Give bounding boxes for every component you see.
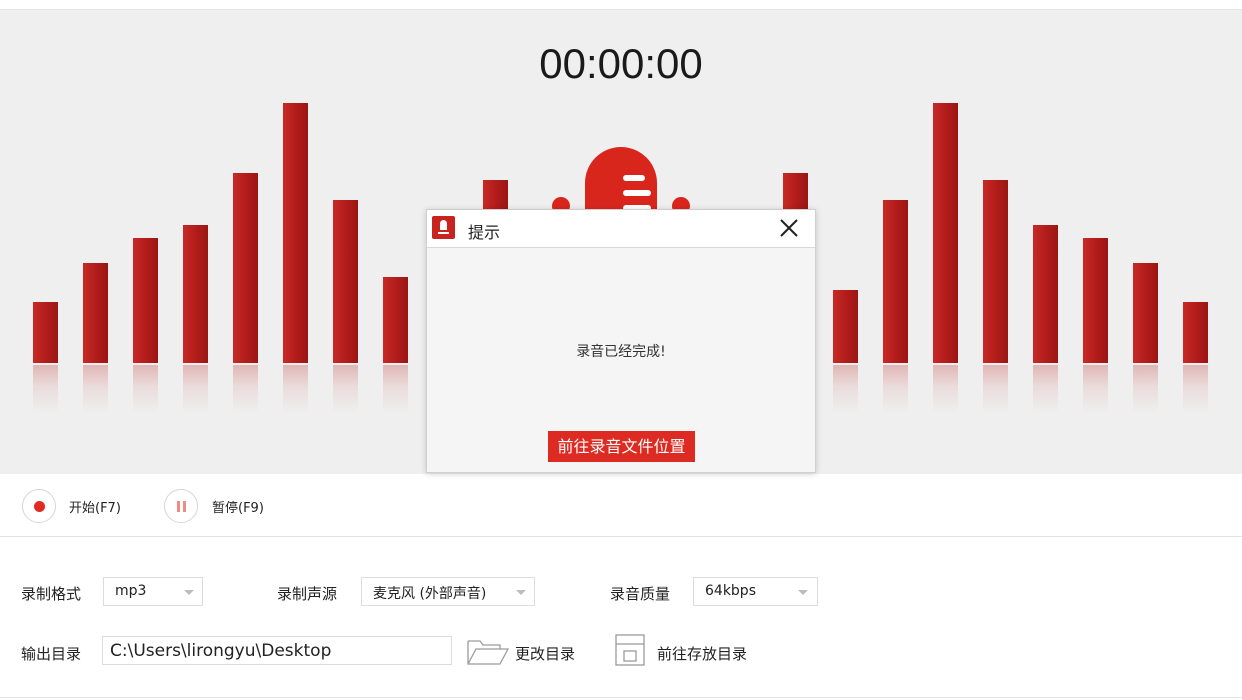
window-top-border <box>0 0 1242 10</box>
chevron-down-icon <box>184 590 194 595</box>
visualizer-bar-reflection <box>983 365 1008 413</box>
visualizer-bar <box>133 238 158 363</box>
visualizer-bar <box>33 302 58 363</box>
visualizer-bar <box>833 290 858 363</box>
visualizer-bar <box>183 225 208 363</box>
save-icon[interactable] <box>614 633 646 667</box>
visualizer-bar <box>283 103 308 363</box>
visualizer-bar <box>933 103 958 363</box>
quality-label: 录音质量 <box>610 585 671 603</box>
start-button[interactable] <box>22 489 56 523</box>
visualizer-bar <box>1033 225 1058 363</box>
visualizer-bar-reflection <box>1033 365 1058 413</box>
dialog-title: 提示 <box>468 223 501 242</box>
visualizer-bar-reflection <box>133 365 158 413</box>
visualizer-bar-reflection <box>833 365 858 413</box>
record-icon <box>34 501 45 512</box>
source-select[interactable]: 麦克风 (外部声音) <box>361 577 535 606</box>
change-directory-button[interactable]: 更改目录 <box>515 643 575 664</box>
visualizer-bar-reflection <box>933 365 958 413</box>
visualizer-bar <box>983 180 1008 363</box>
visualizer-bar <box>233 173 258 363</box>
open-directory-button[interactable]: 前往存放目录 <box>657 643 747 664</box>
visualizer-bar-reflection <box>1083 365 1108 413</box>
recording-timer: 00:00:00 <box>539 40 703 87</box>
bottom-border <box>0 697 1242 698</box>
pause-label[interactable]: 暂停(F9) <box>212 497 264 516</box>
format-select[interactable]: mp3 <box>103 577 203 606</box>
visualizer-bar-reflection <box>1183 365 1208 413</box>
app-logo-icon <box>432 216 455 239</box>
completion-dialog: 提示 录音已经完成! 前往录音文件位置 <box>426 209 816 473</box>
open-recording-location-button[interactable]: 前往录音文件位置 <box>548 431 695 462</box>
pause-button[interactable] <box>164 489 198 523</box>
close-icon[interactable] <box>777 216 801 240</box>
visualizer-bar <box>1083 238 1108 363</box>
visualizer-bar-reflection <box>333 365 358 413</box>
visualizer-bar <box>1133 263 1158 363</box>
format-label: 录制格式 <box>21 585 82 603</box>
dialog-message: 录音已经完成! <box>576 344 666 360</box>
visualizer-bar-reflection <box>1133 365 1158 413</box>
source-label: 录制声源 <box>277 585 338 603</box>
output-path-input[interactable] <box>102 636 452 665</box>
visualizer-bar <box>83 263 108 363</box>
visualizer-bar-reflection <box>83 365 108 413</box>
visualizer-bar <box>383 277 408 363</box>
visualizer-bar-reflection <box>883 365 908 413</box>
chevron-down-icon <box>516 590 526 595</box>
start-label[interactable]: 开始(F7) <box>69 497 121 516</box>
visualizer-bar-reflection <box>233 365 258 413</box>
visualizer-bar-reflection <box>283 365 308 413</box>
output-label: 输出目录 <box>21 645 82 663</box>
visualizer-bar <box>1183 302 1208 363</box>
quality-select[interactable]: 64kbps <box>693 577 818 606</box>
visualizer-bar <box>333 200 358 363</box>
dialog-title-bar: 提示 <box>427 210 815 248</box>
visualizer-bar-reflection <box>33 365 58 413</box>
visualizer-bar-reflection <box>383 365 408 413</box>
divider <box>0 536 1242 537</box>
visualizer-bar-reflection <box>183 365 208 413</box>
visualizer-bar <box>883 200 908 363</box>
chevron-down-icon <box>798 590 808 595</box>
folder-icon[interactable] <box>466 635 510 667</box>
